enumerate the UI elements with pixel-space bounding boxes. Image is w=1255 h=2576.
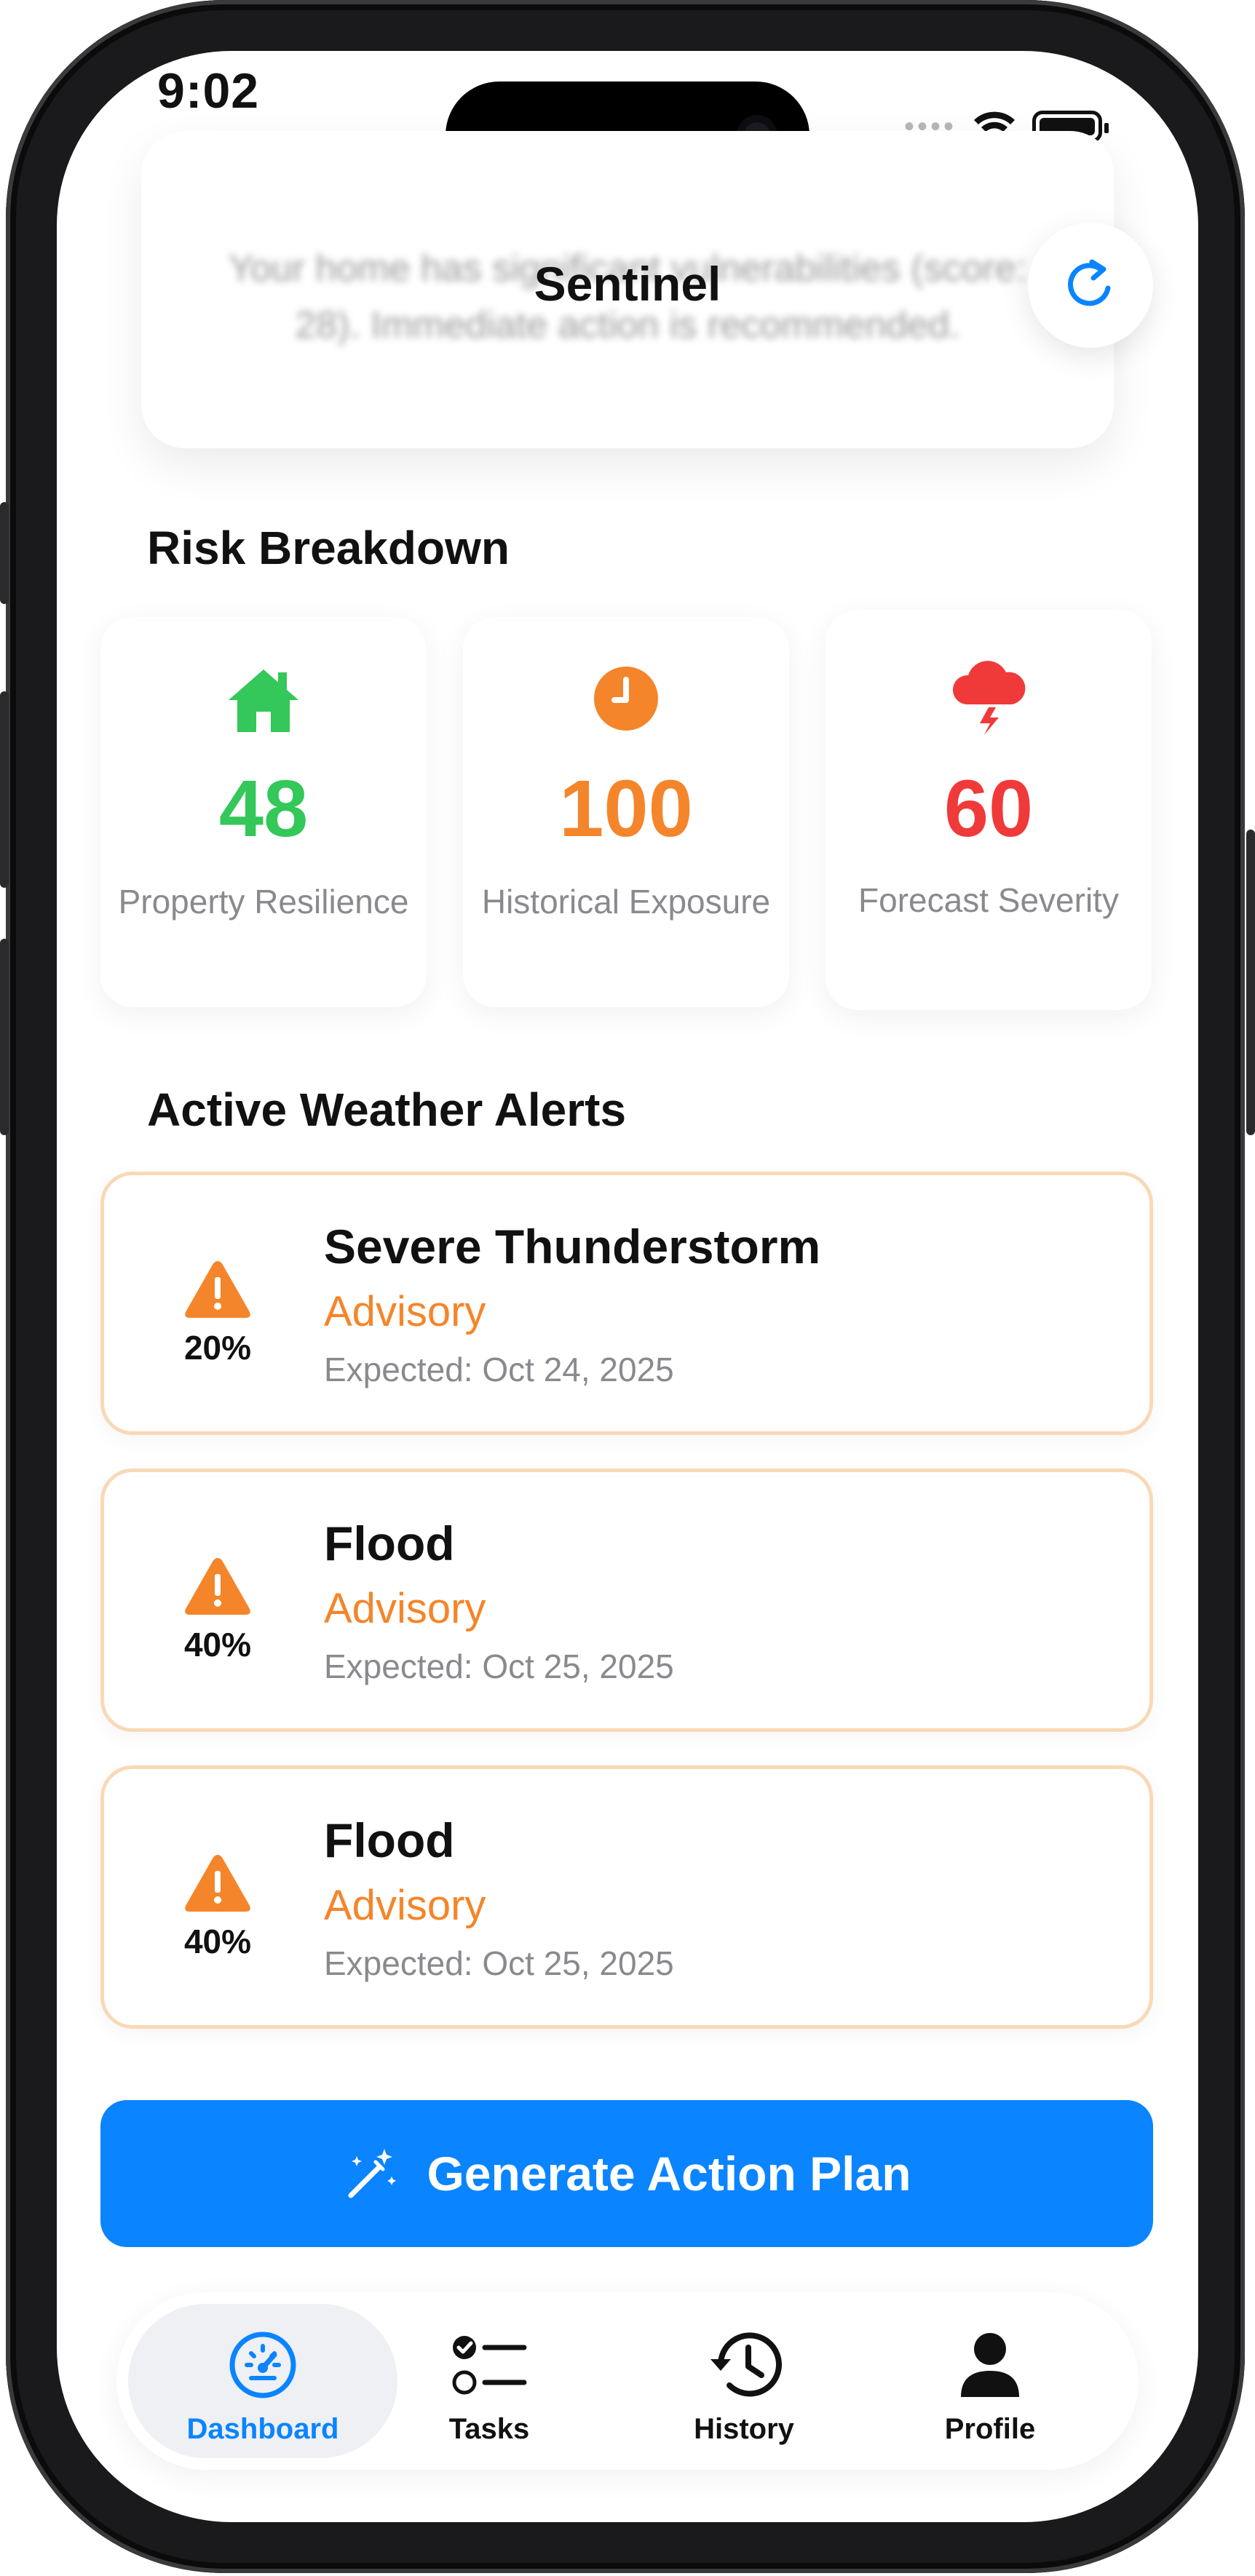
alert-expected-date: Expected: Oct 25, 2025 bbox=[324, 1944, 674, 1982]
risk-value: 100 bbox=[559, 764, 693, 854]
risk-value: 48 bbox=[218, 764, 309, 854]
alert-expected-date: Expected: Oct 24, 2025 bbox=[324, 1351, 674, 1388]
risk-label: Forecast Severity bbox=[858, 881, 1119, 919]
person-icon bbox=[961, 2333, 1019, 2397]
warning-icon bbox=[185, 1855, 250, 1912]
tab-label: Dashboard bbox=[186, 2413, 339, 2445]
tab-bar: Dashboard Tasks History Profile bbox=[116, 2292, 1139, 2470]
refresh-icon bbox=[1068, 259, 1111, 306]
risk-breakdown-heading: Risk Breakdown bbox=[147, 522, 510, 574]
clock-icon bbox=[594, 667, 658, 731]
alert-severity: Advisory bbox=[324, 1882, 486, 1929]
house-icon bbox=[229, 669, 298, 732]
alert-severity: Advisory bbox=[324, 1585, 486, 1632]
storm-cloud-icon bbox=[952, 661, 1026, 735]
checklist-icon bbox=[452, 2336, 527, 2395]
alert-probability: 20% bbox=[183, 1329, 252, 1367]
tab-history[interactable]: History bbox=[628, 2304, 860, 2458]
status-time: 9:02 bbox=[157, 63, 260, 119]
alert-title: Flood bbox=[324, 1516, 455, 1570]
volume-up-button bbox=[0, 691, 9, 888]
power-button bbox=[1246, 830, 1255, 1135]
risk-label: Historical Exposure bbox=[481, 883, 771, 921]
alert-title: Severe Thunderstorm bbox=[324, 1220, 821, 1273]
risk-card-property-resilience[interactable]: 48 Property Resilience bbox=[100, 617, 427, 1007]
alert-probability: 40% bbox=[183, 1923, 252, 1960]
risk-card-forecast-severity[interactable]: 60 Forecast Severity bbox=[826, 610, 1152, 1010]
gauge-icon bbox=[229, 2331, 296, 2398]
generate-action-plan-button[interactable]: Generate Action Plan bbox=[100, 2100, 1153, 2247]
warning-icon bbox=[185, 1261, 250, 1318]
tab-label: Tasks bbox=[448, 2413, 530, 2445]
refresh-button[interactable] bbox=[1028, 223, 1153, 348]
tab-profile[interactable]: Profile bbox=[874, 2304, 1106, 2458]
risk-label: Property Resilience bbox=[118, 883, 409, 921]
volume-down-button bbox=[0, 939, 9, 1135]
tab-dashboard[interactable]: Dashboard bbox=[128, 2304, 397, 2458]
tab-tasks[interactable]: Tasks bbox=[373, 2304, 606, 2458]
tab-label: Profile bbox=[944, 2413, 1036, 2445]
risk-card-historical-exposure[interactable]: 100 Historical Exposure bbox=[463, 617, 789, 1007]
risk-value: 60 bbox=[943, 764, 1034, 854]
generate-action-plan-label: Generate Action Plan bbox=[427, 2147, 911, 2201]
alert-title: Flood bbox=[324, 1813, 455, 1867]
alert-severity: Advisory bbox=[324, 1288, 486, 1335]
alert-card[interactable]: 40% Flood Advisory Expected: Oct 25, 202… bbox=[100, 1468, 1153, 1732]
alert-card[interactable]: 40% Flood Advisory Expected: Oct 25, 202… bbox=[100, 1765, 1153, 2029]
mute-switch bbox=[0, 502, 9, 604]
history-icon bbox=[710, 2332, 782, 2397]
tab-label: History bbox=[694, 2413, 794, 2445]
alert-expected-date: Expected: Oct 25, 2025 bbox=[324, 1647, 674, 1685]
alert-card[interactable]: 20% Severe Thunderstorm Advisory Expecte… bbox=[100, 1172, 1153, 1435]
magic-wand-icon bbox=[348, 2149, 397, 2198]
weather-alerts-heading: Active Weather Alerts bbox=[147, 1084, 627, 1136]
alert-probability: 40% bbox=[183, 1626, 252, 1663]
warning-icon bbox=[185, 1558, 250, 1615]
